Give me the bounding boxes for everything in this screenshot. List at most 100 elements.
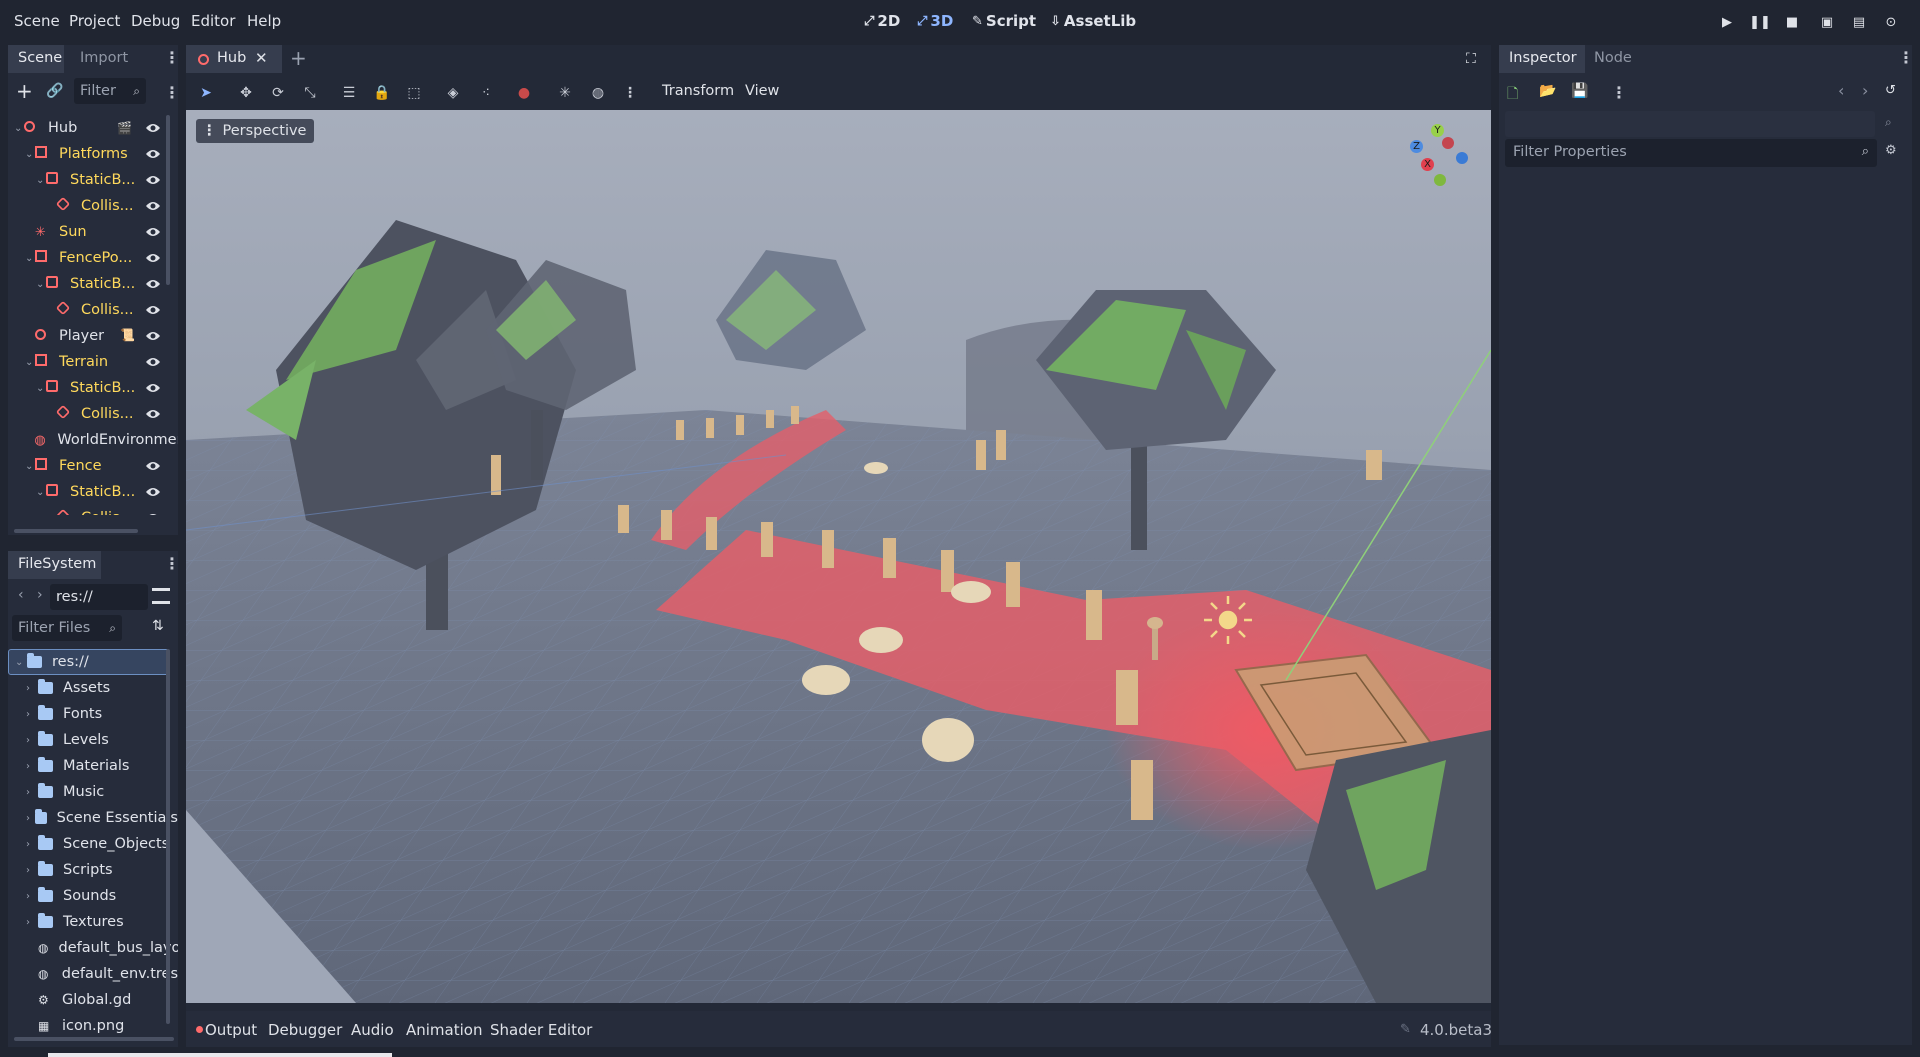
visibility-eye-icon[interactable]: [145, 356, 161, 368]
link-icon[interactable]: 🔗: [46, 83, 63, 99]
clapper-icon[interactable]: 🎬: [117, 121, 132, 135]
play-icon[interactable]: ▶: [1716, 12, 1738, 34]
visibility-eye-icon[interactable]: [145, 330, 161, 342]
chevron-right-icon[interactable]: ›: [26, 813, 35, 824]
file-item[interactable]: ⚙ Global.gd: [8, 987, 178, 1013]
play-custom-scene-icon[interactable]: ▤: [1848, 12, 1870, 34]
x-axis-icon[interactable]: X: [1421, 158, 1434, 171]
scene-filter-input[interactable]: Filter ⌕: [74, 78, 146, 104]
neg-x-axis-icon[interactable]: [1442, 137, 1454, 149]
y-axis-icon[interactable]: Y: [1431, 124, 1444, 137]
chevron-down-icon[interactable]: ⌄: [25, 253, 35, 264]
visibility-eye-icon[interactable]: [145, 122, 161, 134]
scene-tree-item[interactable]: Collis...: [8, 505, 178, 515]
menu-project[interactable]: Project: [69, 12, 120, 30]
scene-tree-item[interactable]: ⌄ Fence: [8, 453, 178, 479]
property-settings-icon[interactable]: ⚙: [1885, 143, 1897, 158]
sun-preview-icon[interactable]: ✳: [554, 82, 576, 104]
tab-inspector[interactable]: Inspector: [1509, 50, 1577, 66]
sort-icon[interactable]: ⇅: [152, 618, 164, 634]
visibility-eye-icon[interactable]: [145, 174, 161, 186]
chevron-down-icon[interactable]: ⌄: [36, 487, 46, 498]
scale-tool-icon[interactable]: ⤡: [299, 82, 321, 104]
filesystem-root[interactable]: ⌄ res://: [8, 649, 170, 675]
script-icon[interactable]: 📜: [120, 328, 135, 342]
scene-tree-item[interactable]: Collis...: [8, 401, 178, 427]
chevron-right-icon[interactable]: ›: [26, 709, 38, 720]
rotate-tool-icon[interactable]: ⟳: [267, 82, 289, 104]
chevron-right-icon[interactable]: ›: [26, 891, 38, 902]
3d-viewport[interactable]: ⋮ Perspective Y Z X: [186, 110, 1491, 1003]
move-tool-icon[interactable]: ✥: [235, 82, 257, 104]
scene-tree-item[interactable]: Collis...: [8, 297, 178, 323]
folder-item[interactable]: › Levels: [8, 727, 178, 753]
chevron-down-icon[interactable]: ⌄: [36, 175, 46, 186]
list-select-icon[interactable]: ☰: [338, 82, 360, 104]
chevron-down-icon[interactable]: ⌄: [25, 149, 35, 160]
history-back-icon[interactable]: ‹: [1838, 81, 1844, 100]
toggle-split-icon[interactable]: [152, 588, 170, 604]
perspective-menu-button[interactable]: ⋮ Perspective: [196, 119, 315, 143]
workspace-assetlib-button[interactable]: ⇩ AssetLib: [1050, 12, 1136, 30]
new-tab-icon[interactable]: +: [290, 46, 307, 70]
visibility-eye-icon[interactable]: [145, 512, 161, 515]
scene-tree-item[interactable]: ⌄ StaticB...: [8, 375, 178, 401]
add-node-icon[interactable]: +: [16, 81, 33, 101]
scene-tree-menu-icon[interactable]: ⋮: [164, 85, 180, 101]
filesystem-menu-icon[interactable]: ⋮: [164, 556, 180, 572]
tab-filesystem[interactable]: FileSystem: [18, 556, 96, 572]
open-folder-icon[interactable]: 📂: [1539, 83, 1556, 99]
select-tool-icon[interactable]: ➤: [195, 82, 217, 104]
scene-tree-item[interactable]: ◍ WorldEnvironment: [8, 427, 178, 453]
chevron-down-icon[interactable]: ⌄: [36, 383, 46, 394]
tab-scene[interactable]: Scene: [18, 50, 62, 66]
scene-tree-item[interactable]: ⌄ Terrain: [8, 349, 178, 375]
chevron-down-icon[interactable]: ⌄: [15, 657, 27, 668]
visibility-eye-icon[interactable]: [145, 252, 161, 264]
dock-menu-icon[interactable]: ⋮: [164, 50, 180, 66]
scene-tree-item[interactable]: ⌄ FencePo...: [8, 245, 178, 271]
tab-output[interactable]: Output: [205, 1021, 257, 1039]
environment-preview-icon[interactable]: ◍: [587, 82, 609, 104]
folder-item[interactable]: › Music: [8, 779, 178, 805]
chevron-right-icon[interactable]: ›: [26, 865, 38, 876]
scene-tree-item[interactable]: ⌄ Platforms: [8, 141, 178, 167]
view-menu[interactable]: View: [745, 83, 779, 99]
folder-item[interactable]: › Assets: [8, 675, 178, 701]
filter-properties-input[interactable]: Filter Properties ⌕: [1505, 139, 1877, 167]
tab-audio[interactable]: Audio: [351, 1021, 394, 1039]
group-icon[interactable]: ⬚: [403, 82, 425, 104]
chevron-right-icon[interactable]: ›: [26, 761, 38, 772]
scene-tree-hscrollbar[interactable]: [14, 529, 138, 533]
folder-item[interactable]: › Materials: [8, 753, 178, 779]
neg-z-axis-icon[interactable]: [1456, 152, 1468, 164]
close-icon[interactable]: ✕: [255, 49, 268, 67]
filesystem-hscrollbar[interactable]: [14, 1037, 174, 1041]
filesystem-path-input[interactable]: res://: [50, 584, 148, 610]
scene-tab-hub[interactable]: Hub: [217, 50, 246, 66]
camera-override-icon[interactable]: ●: [513, 82, 535, 104]
file-item[interactable]: ▦ icon.png: [8, 1013, 178, 1039]
menu-help[interactable]: Help: [247, 12, 281, 30]
orientation-gizmo[interactable]: Y Z X: [1406, 110, 1486, 190]
filter-files-input[interactable]: Filter Files ⌕: [12, 615, 122, 641]
tab-shader-editor[interactable]: Shader Editor: [490, 1021, 592, 1039]
distraction-free-icon[interactable]: ⛶: [1466, 51, 1476, 67]
forward-icon[interactable]: ›: [37, 587, 43, 603]
tab-import[interactable]: Import: [80, 50, 128, 66]
folder-item[interactable]: › Scene Essentials: [8, 805, 178, 831]
scene-tree-item[interactable]: ✳ Sun: [8, 219, 178, 245]
chevron-right-icon[interactable]: ›: [26, 839, 38, 850]
visibility-eye-icon[interactable]: [145, 486, 161, 498]
movie-maker-icon[interactable]: ⊙: [1880, 12, 1902, 34]
visibility-eye-icon[interactable]: [145, 278, 161, 290]
folder-item[interactable]: › Fonts: [8, 701, 178, 727]
visibility-eye-icon[interactable]: [145, 382, 161, 394]
visibility-eye-icon[interactable]: [145, 408, 161, 420]
history-icon[interactable]: ↺: [1885, 83, 1896, 98]
workspace-3d-button[interactable]: ⤢ 3D: [917, 12, 953, 30]
chevron-down-icon[interactable]: ⌄: [36, 279, 46, 290]
tab-node[interactable]: Node: [1594, 50, 1632, 66]
file-item[interactable]: ◍ default_bus_layout: [8, 935, 178, 961]
filesystem-vscrollbar[interactable]: [166, 649, 170, 1024]
